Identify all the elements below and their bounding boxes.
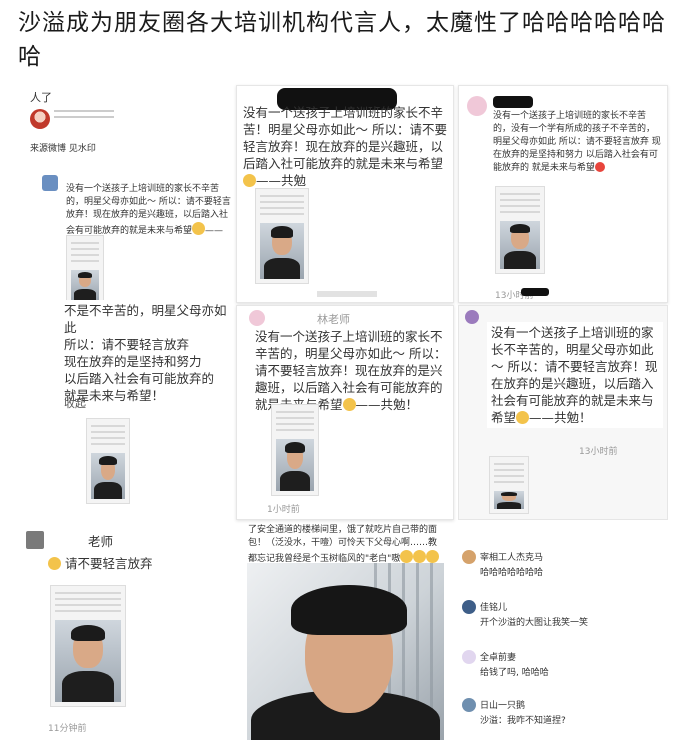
redaction-bar [493,96,533,108]
redaction-bar [521,288,549,296]
avatar[interactable] [465,310,479,324]
post-text: 没有一个送孩子上培训班的家长不辛苦的，明星父母亦如此～ 所以：请不要轻言放弃！现… [487,322,663,428]
post-tail: ——共勉 [256,173,307,188]
screenshot-panel-moments: 没有一个送孩子上培训班的家长不辛苦的，没有一个学有所成的孩子不辛苦的，明星父母亦… [458,85,668,303]
headline: 沙溢成为朋友圈各大培训机构代言人，太魔性了哈哈哈哈哈哈哈 [18,10,666,70]
comment-item: 日山一只鹅 沙溢：我咋不知道捏? [462,698,677,726]
post-image[interactable] [50,585,126,707]
avatar[interactable] [462,600,476,614]
post-text: 没有一个送孩子上培训班的家长不辛苦的，没有一个学有所成的孩子不辛苦的，明星父母亦… [493,110,663,175]
emoji-icon [243,174,256,187]
post-image[interactable] [86,418,130,504]
post-image[interactable] [66,235,104,305]
post-text: 没有一个送孩子上培训班的家长不辛苦！明星父母亦如此～ 所以：请不要轻言放弃！现在… [243,104,451,189]
comment-text: 哈哈哈哈哈哈哈 [480,568,544,578]
post-text: 请不要轻言放弃 [48,555,153,572]
post-time: 11分钟前 [48,724,87,734]
author-name: 老师 [88,534,114,549]
post-line: 所以：请不要轻言放弃 [64,337,190,352]
emoji-icon [516,411,530,424]
post-caption: 了安全通道的楼梯间里，饿了就吃片自己带的面包！（泛没水，干噎）可怜天下父母心啊…… [248,524,444,566]
comment-text: 沙溢：我咋不知道捏? [480,716,566,726]
post-tail: ——共勉！ [529,410,592,425]
avatar[interactable] [462,550,476,564]
post-tail: ——共勉！ [355,397,419,412]
emoji-icon [192,222,206,235]
post-lines: 不是不辛苦的，明星父母亦如此 所以：请不要轻言放弃 现在放弃的是坚持和努力 以后… [64,302,234,404]
selfie-photo[interactable] [247,563,444,740]
emoji-icon [342,398,356,411]
comment-text: 给钱了吗, 哈哈哈 [480,668,549,678]
watermark [317,291,377,297]
emoji-icon [48,557,61,570]
post-line: 不是不辛苦的，明星父母亦如此 [64,303,227,335]
post-text: 没有一个送孩子上培训班的家长不辛苦的，明星父母亦如此～ 所以：请不要轻言放弃！现… [255,328,451,413]
comment-item: 宰相工人杰克马 哈哈哈哈哈哈哈 [462,550,677,578]
screenshot-panel-weibo: 没有一个送孩子上培训班的家长不辛苦！明星父母亦如此～ 所以：请不要轻言放弃！现在… [236,85,454,303]
heart-emoji-icon [594,162,605,172]
post-body: 请不要轻言放弃 [64,556,153,571]
post-image[interactable] [271,404,319,496]
post-line: 现在放弃的是坚持和努力 [64,354,202,369]
screenshot-panel-moments: 老师 请不要轻言放弃 11分钟前 [22,525,240,737]
emoji-icon [413,550,427,563]
post-line: 以后踏入社会有可能放弃的 [64,371,215,386]
avatar[interactable] [42,175,58,191]
post-time: 13小时前 [579,447,618,457]
source-note: 来源微博 见水印 [30,144,96,154]
comment-author[interactable]: 全卓前妻 [480,650,677,663]
post-body: 没有一个送孩子上培训班的家长不辛苦的，没有一个学有所成的孩子不辛苦的，明星父母亦… [493,111,661,173]
screenshot-panel-moments: 没有一个送孩子上培训班的家长不辛苦的，明星父母亦如此～ 所以：请不要轻言放弃！现… [458,305,668,520]
comment-text: 开个沙溢的大图让我笑一笑 [480,618,589,628]
post-time: 1小时前 [267,505,300,515]
avatar[interactable] [30,109,50,129]
emoji-icon [426,550,440,563]
avatar-meta [54,110,114,120]
post-image[interactable] [495,186,545,274]
screenshot-panel-weibo: 人了 来源微博 见水印 没有一个送孩子上培训班的家长不辛苦的，明星父母亦如此～ … [22,85,237,305]
screenshot-panel-moments: 林老师 没有一个送孩子上培训班的家长不辛苦的，明星父母亦如此～ 所以：请不要轻言… [236,305,454,520]
avatar[interactable] [467,96,487,116]
comment-author[interactable]: 日山一只鹅 [480,698,677,711]
author-name: 林老师 [317,313,350,326]
comment-item: 全卓前妻 给钱了吗, 哈哈哈 [462,650,677,678]
avatar[interactable] [462,698,476,712]
comment-item: 佳铭儿 开个沙溢的大图让我笑一笑 [462,600,677,628]
avatar[interactable] [462,650,476,664]
comment-author[interactable]: 宰相工人杰克马 [480,550,677,563]
comment-author[interactable]: 佳铭儿 [480,600,677,613]
emoji-icon [400,550,414,563]
post-line: 就是未来与希望！ [64,388,165,403]
panel-title: 人了 [30,91,52,104]
avatar[interactable] [26,531,44,549]
post-body: 没有一个送孩子上培训班的家长不辛苦！明星父母亦如此～ 所以：请不要轻言放弃！现在… [243,105,447,171]
post-image[interactable] [255,188,309,284]
fold-link[interactable]: 收起 [64,396,86,411]
post-image[interactable] [489,456,529,514]
avatar[interactable] [249,310,265,326]
screenshot-panel-moments: 不是不辛苦的，明星父母亦如此 所以：请不要轻言放弃 现在放弃的是坚持和努力 以后… [22,300,237,520]
